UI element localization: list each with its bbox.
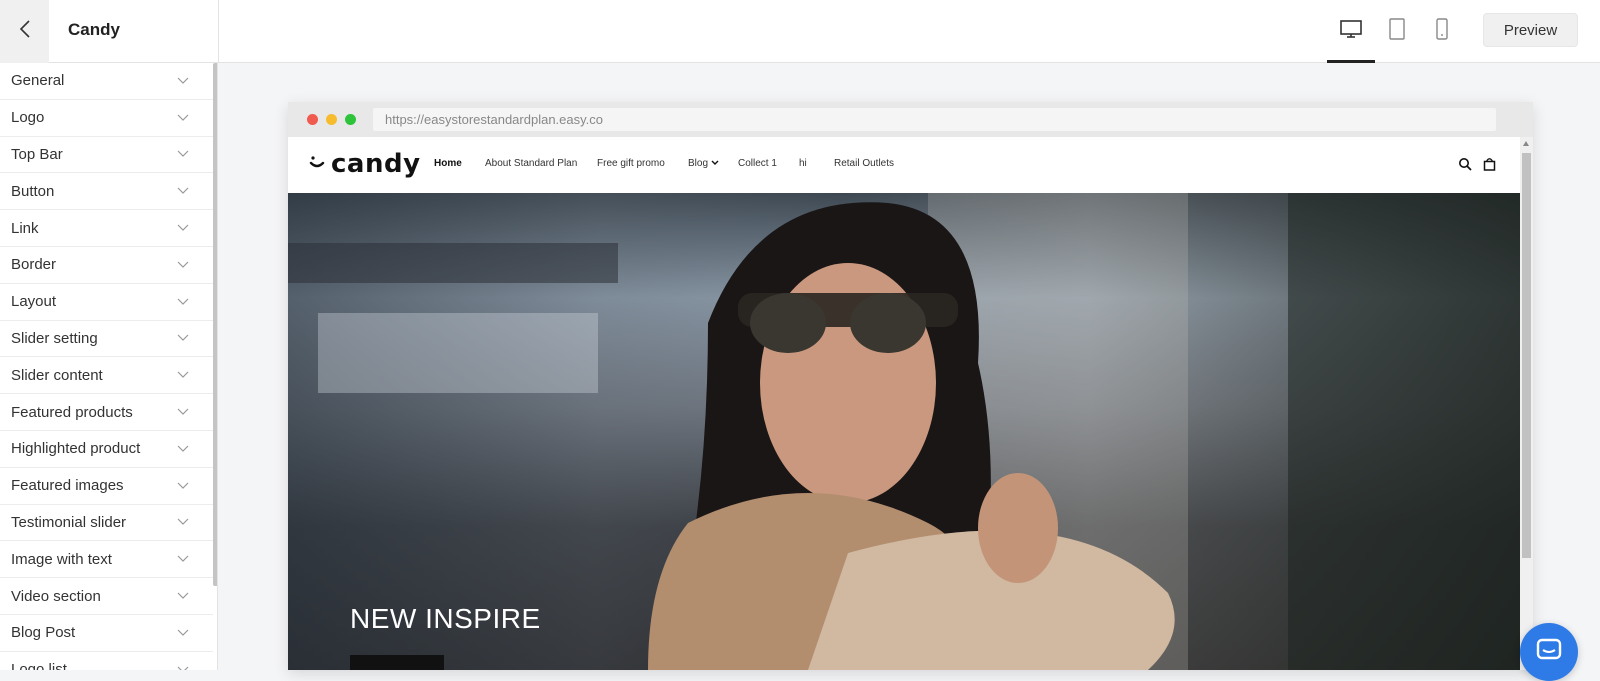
store-logo-text: candy xyxy=(331,149,421,179)
sidebar-item-label: Logo xyxy=(11,109,45,127)
chevron-down-icon xyxy=(177,445,189,453)
sidebar-item-slider-setting[interactable]: Slider setting xyxy=(0,321,213,358)
scroll-up-arrow-icon[interactable] xyxy=(1523,141,1529,146)
tablet-view-button[interactable] xyxy=(1373,0,1421,63)
chevron-down-icon xyxy=(177,150,189,158)
chevron-down-icon xyxy=(177,518,189,526)
sidebar-item-link[interactable]: Link xyxy=(0,210,213,247)
chevron-left-icon xyxy=(19,19,31,44)
sidebar-item-label: Highlighted product xyxy=(11,440,141,458)
preview-scrollbar[interactable] xyxy=(1520,137,1533,670)
maximize-dot-icon xyxy=(345,114,356,125)
nav-link-home[interactable]: Home xyxy=(434,158,462,169)
sidebar-item-logo-list[interactable]: Logo list xyxy=(0,652,213,670)
close-dot-icon xyxy=(307,114,318,125)
sidebar-item-image-with-text[interactable]: Image with text xyxy=(0,541,213,579)
sidebar-item-layout[interactable]: Layout xyxy=(0,284,213,321)
sidebar-item-top-bar[interactable]: Top Bar xyxy=(0,137,213,174)
storefront-page: candy Home About Standard Plan Free gift… xyxy=(288,137,1520,670)
divider xyxy=(218,0,219,63)
settings-sidebar: General Logo Top Bar Button Link Border … xyxy=(0,63,218,670)
sidebar-item-slider-content[interactable]: Slider content xyxy=(0,357,213,395)
chevron-down-icon xyxy=(177,114,189,122)
nav-link-free-gift[interactable]: Free gift promo xyxy=(597,158,665,169)
hero-cta-button[interactable] xyxy=(350,655,444,670)
store-navigation: candy Home About Standard Plan Free gift… xyxy=(288,137,1520,193)
mobile-icon xyxy=(1435,18,1449,45)
sidebar-item-label: Button xyxy=(11,182,55,200)
mobile-view-button[interactable] xyxy=(1418,0,1466,63)
chevron-down-icon xyxy=(177,371,189,379)
nav-link-collect[interactable]: Collect 1 xyxy=(738,158,777,169)
sidebar-item-featured-products[interactable]: Featured products xyxy=(0,394,213,431)
nav-link-retail-outlets[interactable]: Retail Outlets xyxy=(834,158,894,169)
sidebar-scrollbar[interactable] xyxy=(213,63,217,586)
chevron-down-icon xyxy=(177,187,189,195)
preview-button[interactable]: Preview xyxy=(1483,13,1578,47)
chevron-down-icon xyxy=(177,482,189,490)
storefront-preview-window: https://easystorestandardplan.easy.co ca… xyxy=(288,102,1533,670)
chevron-down-icon xyxy=(177,261,189,269)
chevron-down-icon xyxy=(177,666,189,670)
sidebar-item-label: Video section xyxy=(11,587,101,605)
sidebar-item-video-section[interactable]: Video section xyxy=(0,578,213,615)
sidebar-item-highlighted-product[interactable]: Highlighted product xyxy=(0,431,213,468)
desktop-view-button[interactable] xyxy=(1327,0,1375,63)
chevron-down-icon xyxy=(177,224,189,232)
sidebar-item-testimonial-slider[interactable]: Testimonial slider xyxy=(0,505,213,542)
chevron-down-icon xyxy=(177,77,189,85)
chat-support-button[interactable] xyxy=(1520,623,1578,681)
sidebar-item-label: Layout xyxy=(11,293,57,311)
sidebar-item-label: Logo list xyxy=(11,661,67,670)
sidebar-item-border[interactable]: Border xyxy=(0,247,213,284)
store-logo[interactable]: candy xyxy=(309,149,421,179)
sidebar-item-label: Slider content xyxy=(11,366,103,384)
sidebar-item-general[interactable]: General xyxy=(0,63,213,100)
sidebar-item-label: General xyxy=(11,72,65,90)
nav-link-about[interactable]: About Standard Plan xyxy=(485,158,577,169)
chevron-down-icon xyxy=(177,629,189,637)
browser-chrome: https://easystorestandardplan.easy.co xyxy=(288,102,1533,137)
smiley-icon xyxy=(309,154,325,175)
sidebar-item-label: Featured products xyxy=(11,403,133,421)
back-button[interactable] xyxy=(0,0,49,63)
chevron-down-icon xyxy=(177,298,189,306)
theme-title: Candy xyxy=(68,20,120,39)
sidebar-item-label: Link xyxy=(11,219,39,237)
url-bar: https://easystorestandardplan.easy.co xyxy=(373,108,1496,131)
sidebar-item-label: Border xyxy=(11,256,57,274)
shopping-bag-icon[interactable] xyxy=(1483,157,1496,176)
sidebar-item-button[interactable]: Button xyxy=(0,173,213,211)
chevron-down-icon xyxy=(177,592,189,600)
chat-icon xyxy=(1535,637,1563,668)
hero-slider[interactable]: NEW INSPIRE xyxy=(288,193,1520,670)
nav-link-blog[interactable]: Blog xyxy=(688,158,719,169)
sidebar-item-featured-images[interactable]: Featured images xyxy=(0,468,213,505)
chevron-down-icon xyxy=(711,158,719,169)
sidebar-item-label: Image with text xyxy=(11,550,112,568)
editor-top-bar: Candy Preview xyxy=(0,0,1600,63)
hero-image xyxy=(288,193,1520,670)
minimize-dot-icon xyxy=(326,114,337,125)
desktop-icon xyxy=(1339,19,1363,44)
sidebar-item-logo[interactable]: Logo xyxy=(0,100,213,137)
sidebar-item-label: Testimonial slider xyxy=(11,513,127,531)
nav-link-label: Blog xyxy=(688,158,709,169)
scrollbar-thumb[interactable] xyxy=(1522,153,1531,558)
chevron-down-icon xyxy=(177,408,189,416)
chevron-down-icon xyxy=(177,555,189,563)
sidebar-item-label: Blog Post xyxy=(11,624,76,642)
search-icon[interactable] xyxy=(1458,157,1472,176)
hero-title: NEW INSPIRE xyxy=(350,603,541,634)
sidebar-item-label: Top Bar xyxy=(11,145,63,163)
sidebar-item-label: Featured images xyxy=(11,477,124,495)
sidebar-item-blog-post[interactable]: Blog Post xyxy=(0,615,213,652)
sidebar-item-label: Slider setting xyxy=(11,329,98,347)
nav-link-hi[interactable]: hi xyxy=(799,158,807,169)
chevron-down-icon xyxy=(177,334,189,342)
tablet-icon xyxy=(1388,18,1406,45)
